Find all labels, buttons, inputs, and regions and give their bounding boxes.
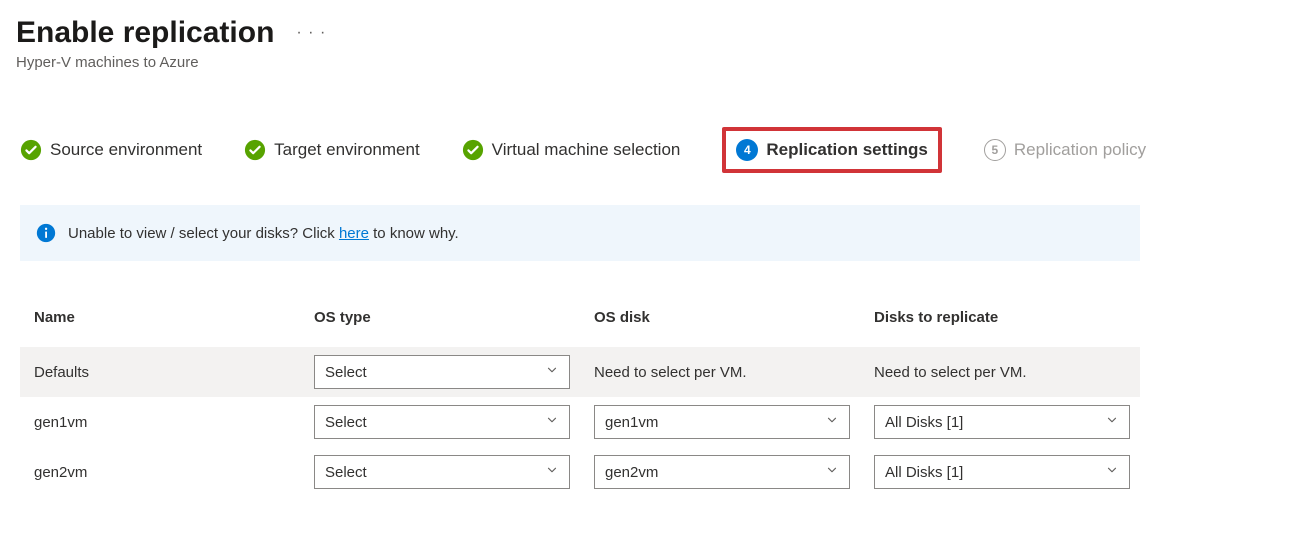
info-link[interactable]: here	[339, 225, 369, 242]
table-row: gen2vm Select gen2vm All Disks [1]	[20, 447, 1140, 497]
step-vm-selection[interactable]: Virtual machine selection	[462, 139, 681, 161]
cell-name: gen1vm	[20, 408, 300, 437]
step-replication-policy[interactable]: 5 Replication policy	[984, 139, 1146, 161]
select-value: gen2vm	[605, 464, 658, 481]
step-number-icon: 5	[984, 139, 1006, 161]
chevron-down-icon	[825, 463, 839, 481]
more-actions-button[interactable]: · · ·	[290, 20, 332, 46]
info-icon	[36, 223, 56, 243]
info-text-before: Unable to view / select your disks? Clic…	[68, 225, 339, 242]
chevron-down-icon	[1105, 463, 1119, 481]
col-name: Name	[20, 303, 300, 332]
replication-table: Name OS type OS disk Disks to replicate …	[20, 297, 1140, 497]
os-type-select[interactable]: Select	[314, 405, 570, 439]
cell-name: gen2vm	[20, 458, 300, 487]
step-number-icon: 4	[736, 139, 758, 161]
os-type-select[interactable]: Select	[314, 455, 570, 489]
table-row: gen1vm Select gen1vm All Disks [1]	[20, 397, 1140, 447]
col-os-type: OS type	[300, 303, 580, 332]
cell-os-disk: Need to select per VM.	[580, 358, 860, 387]
info-banner: Unable to view / select your disks? Clic…	[20, 205, 1140, 261]
step-label: Replication policy	[1014, 140, 1146, 160]
select-value: All Disks [1]	[885, 464, 963, 481]
cell-disks: Need to select per VM.	[860, 358, 1140, 387]
select-value: Select	[325, 364, 367, 381]
table-row-defaults: Defaults Select Need to select per VM. N…	[20, 347, 1140, 397]
info-text: Unable to view / select your disks? Clic…	[68, 225, 459, 242]
os-disk-select[interactable]: gen1vm	[594, 405, 850, 439]
disks-select[interactable]: All Disks [1]	[874, 405, 1130, 439]
table-header-row: Name OS type OS disk Disks to replicate	[20, 297, 1140, 347]
os-type-select[interactable]: Select	[314, 355, 570, 389]
step-label: Source environment	[50, 140, 202, 160]
check-circle-icon	[244, 139, 266, 161]
info-text-after: to know why.	[369, 225, 459, 242]
step-target-environment[interactable]: Target environment	[244, 139, 420, 161]
chevron-down-icon	[545, 463, 559, 481]
select-value: All Disks [1]	[885, 414, 963, 431]
step-label: Virtual machine selection	[492, 140, 681, 160]
step-label: Replication settings	[766, 140, 928, 160]
page-title: Enable replication	[16, 16, 274, 50]
page-subtitle: Hyper-V machines to Azure	[16, 54, 1298, 71]
cell-name: Defaults	[20, 358, 300, 387]
disks-select[interactable]: All Disks [1]	[874, 455, 1130, 489]
chevron-down-icon	[545, 363, 559, 381]
chevron-down-icon	[825, 413, 839, 431]
step-source-environment[interactable]: Source environment	[20, 139, 202, 161]
chevron-down-icon	[545, 413, 559, 431]
wizard-steps: Source environment Target environment Vi…	[16, 127, 1298, 173]
select-value: Select	[325, 414, 367, 431]
os-disk-select[interactable]: gen2vm	[594, 455, 850, 489]
step-label: Target environment	[274, 140, 420, 160]
step-replication-settings[interactable]: 4 Replication settings	[722, 127, 942, 173]
check-circle-icon	[20, 139, 42, 161]
select-value: Select	[325, 464, 367, 481]
select-value: gen1vm	[605, 414, 658, 431]
chevron-down-icon	[1105, 413, 1119, 431]
col-disks: Disks to replicate	[860, 303, 1140, 332]
check-circle-icon	[462, 139, 484, 161]
col-os-disk: OS disk	[580, 303, 860, 332]
